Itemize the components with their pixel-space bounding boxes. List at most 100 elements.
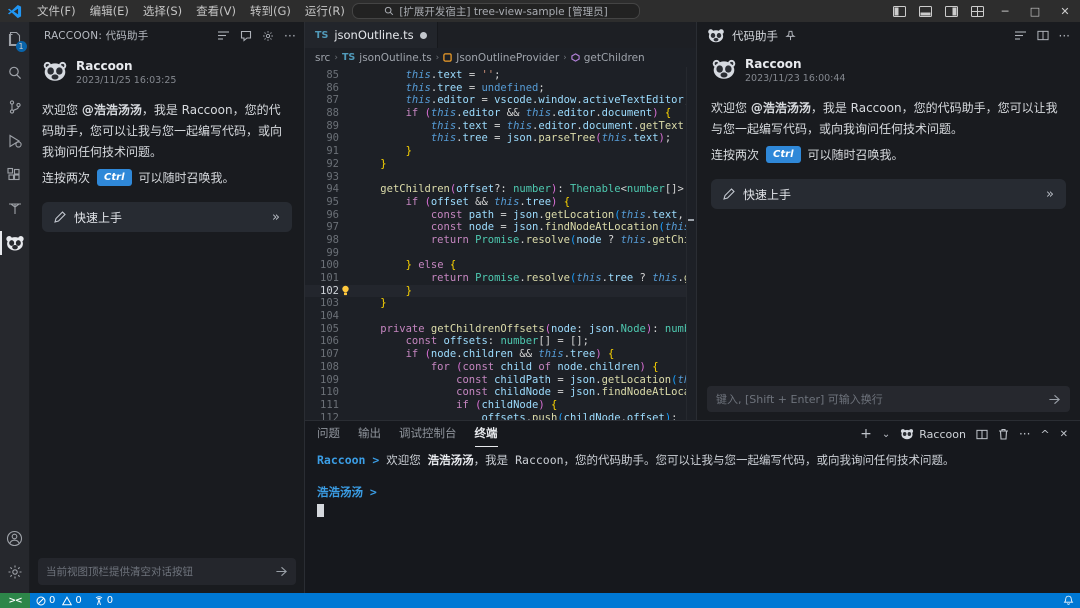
customize-layout-icon[interactable] [964,0,990,22]
code-line-111[interactable]: 111 if (childNode) { [305,399,696,412]
code-line-102[interactable]: 102 } [305,285,696,298]
code-line-103[interactable]: 103 } [305,297,696,310]
menu-item-0[interactable]: 文件(F) [30,0,83,22]
raccoon-avatar [711,57,737,81]
send-icon[interactable] [1048,393,1061,406]
minimize-button[interactable]: ─ [990,0,1020,22]
code-line-88[interactable]: 88 if (this.editor && this.editor.docume… [305,107,696,120]
notifications-bell-icon[interactable] [1057,593,1080,608]
panel-more-actions-icon[interactable]: ··· [1019,427,1030,441]
code-line-89[interactable]: 89 this.text = this.editor.document.getT… [305,120,696,133]
split-icon[interactable] [1037,30,1049,41]
code-editor[interactable]: 85 this.text = '';86 this.tree = undefin… [305,67,696,420]
raccoon-view-icon[interactable] [0,226,30,260]
extensions-icon[interactable] [0,158,30,192]
code-line-101[interactable]: 101 return Promise.resolve(this.tree ? t… [305,272,696,285]
clear-all-icon[interactable] [217,30,230,41]
tab-jsonoutline[interactable]: TS jsonOutline.ts [305,22,438,48]
sidebar-settings-icon[interactable] [262,30,274,42]
pin-icon[interactable] [785,30,796,41]
code-line-112[interactable]: 112 offsets.push(childNode.offset); [305,412,696,420]
close-panel-icon[interactable]: ✕ [1060,429,1068,440]
code-line-87[interactable]: 87 this.editor = vscode.window.activeTex… [305,94,696,107]
line-content: if (childNode) { [339,399,557,412]
code-line-86[interactable]: 86 this.tree = undefined; [305,82,696,95]
filter-icon[interactable] [1014,30,1027,41]
code-line-109[interactable]: 109 const childPath = json.getLocation(t… [305,374,696,387]
terminal-content[interactable]: Raccoon > 欢迎您 浩浩汤汤，我是 Raccoon，您的代码助手。您可以… [305,447,1080,593]
menu-item-4[interactable]: 转到(G) [243,0,298,22]
split-terminal-icon[interactable] [976,429,988,440]
code-line-94[interactable]: 94 getChildren(offset?: number): Thenabl… [305,183,696,196]
search-view-icon[interactable] [0,56,30,90]
toggle-panel-icon[interactable] [912,0,938,22]
kill-terminal-icon[interactable] [998,428,1009,440]
code-line-85[interactable]: 85 this.text = ''; [305,69,696,82]
tree-view-sample-icon[interactable] [0,192,30,226]
command-center-search[interactable]: [扩展开发宿主] tree-view-sample [管理员] [352,3,640,19]
code-line-95[interactable]: 95 if (offset && this.tree) { [305,196,696,209]
new-chat-icon[interactable] [240,30,252,42]
line-content: this.tree = undefined; [339,82,545,95]
ports-status[interactable]: 0 [88,593,119,608]
breadcrumb-file[interactable]: jsonOutline.ts [359,52,431,64]
panel-tab-输出[interactable]: 输出 [358,421,381,447]
breadcrumb-src[interactable]: src [315,52,330,64]
explorer-icon[interactable]: 1 [0,22,30,56]
code-line-98[interactable]: 98 return Promise.resolve(node ? this.ge… [305,234,696,247]
line-number: 111 [305,399,339,412]
editor-scrollbar[interactable] [686,67,696,420]
menu-item-2[interactable]: 选择(S) [136,0,189,22]
panel-tab-问题[interactable]: 问题 [317,421,340,447]
breadcrumb-class[interactable]: JsonOutlineProvider [456,52,559,64]
settings-gear-icon[interactable] [0,555,30,589]
send-icon[interactable] [275,565,288,578]
menu-item-1[interactable]: 编辑(E) [83,0,136,22]
code-line-100[interactable]: 100 } else { [305,259,696,272]
menu-item-5[interactable]: 运行(R) [298,0,352,22]
modified-dot-icon[interactable] [420,32,427,39]
class-symbol-icon [443,53,452,62]
code-line-106[interactable]: 106 const offsets: number[] = []; [305,335,696,348]
terminal-instance-raccoon[interactable]: Raccoon [900,428,966,441]
code-line-93[interactable]: 93 [305,171,696,184]
terminal-dropdown-icon[interactable]: ⌄ [882,429,890,440]
code-line-110[interactable]: 110 const childNode = json.findNodeAtLoc… [305,386,696,399]
search-text: [扩展开发宿主] tree-view-sample [管理员] [399,4,607,19]
panel-tab-终端[interactable]: 终端 [475,421,498,447]
quickstart-button[interactable]: 快速上手 » [42,202,292,232]
toggle-secondary-sidebar-icon[interactable] [938,0,964,22]
accounts-icon[interactable] [0,521,30,555]
maximize-button[interactable]: □ [1020,0,1050,22]
sidebar-input-placeholder: 当前视图顶栏提供清空对话按钮 [46,564,275,579]
new-terminal-icon[interactable]: + [860,426,872,442]
code-line-105[interactable]: 105 private getChildrenOffsets(node: jso… [305,323,696,336]
maximize-panel-icon[interactable]: ^ [1040,428,1049,441]
code-line-104[interactable]: 104 [305,310,696,323]
source-control-icon[interactable] [0,90,30,124]
toggle-sidebar-icon[interactable] [886,0,912,22]
code-line-90[interactable]: 90 this.tree = json.parseTree(this.text)… [305,132,696,145]
problems-status[interactable]: 0 0 [30,593,88,608]
tab-label: jsonOutline.ts [334,28,413,42]
code-line-92[interactable]: 92 } [305,158,696,171]
quickstart-button[interactable]: 快速上手 » [711,179,1066,209]
panel-chat-input[interactable]: 键入, [Shift + Enter] 可输入换行 [707,386,1070,412]
sidebar-more-icon[interactable]: ··· [284,29,296,43]
code-line-96[interactable]: 96 const path = json.getLocation(this.te… [305,209,696,222]
code-line-108[interactable]: 108 for (const child of node.children) { [305,361,696,374]
menu-item-3[interactable]: 查看(V) [189,0,243,22]
panel-more-icon[interactable]: ··· [1059,29,1070,43]
welcome-message: 欢迎您 @浩浩汤汤，我是 Raccoon，您的代码助手，您可以让我与您一起编写代… [42,100,292,163]
remote-indicator[interactable]: >< [0,593,30,608]
lightbulb-icon[interactable] [341,285,350,296]
panel-tab-调试控制台[interactable]: 调试控制台 [399,421,457,447]
sidebar-chat-input[interactable]: 当前视图顶栏提供清空对话按钮 [38,558,296,585]
code-line-99[interactable]: 99 [305,247,696,260]
run-debug-icon[interactable] [0,124,30,158]
close-button[interactable]: ✕ [1050,0,1080,22]
code-line-91[interactable]: 91 } [305,145,696,158]
breadcrumb-method[interactable]: getChildren [584,52,645,64]
code-line-107[interactable]: 107 if (node.children && this.tree) { [305,348,696,361]
code-line-97[interactable]: 97 const node = json.findNodeAtLocation(… [305,221,696,234]
